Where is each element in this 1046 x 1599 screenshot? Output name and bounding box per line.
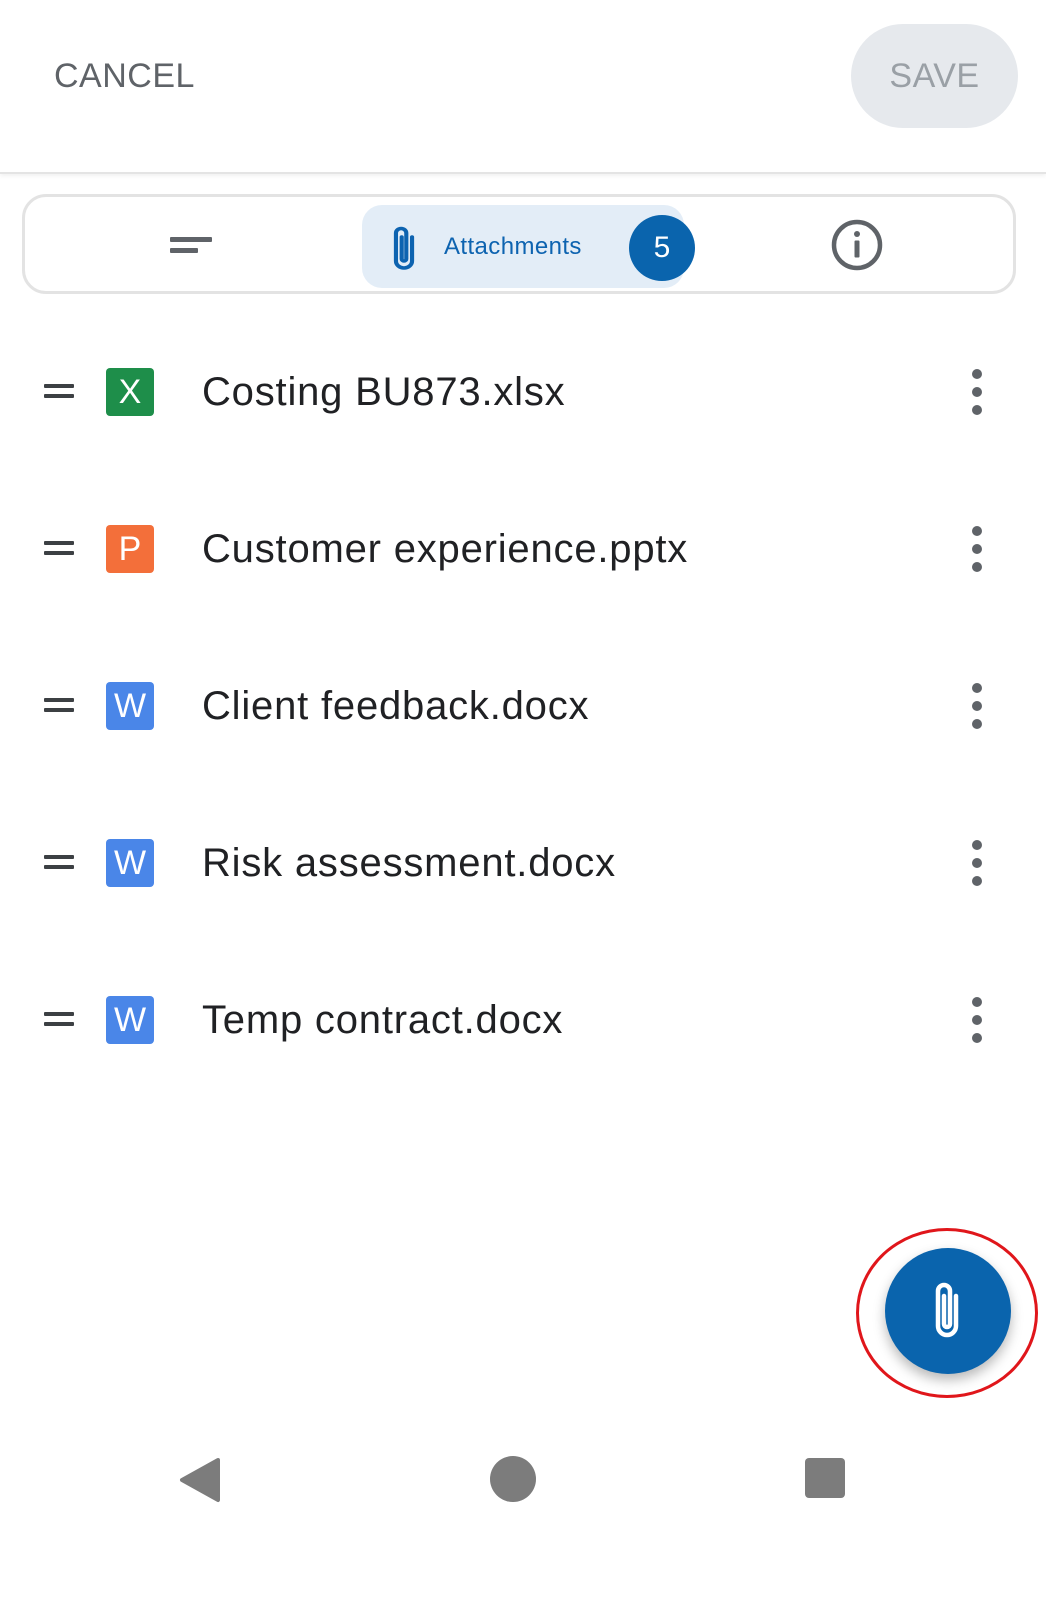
section-tabs: Attachments 5 [22,194,1016,294]
attachment-row[interactable]: W Temp contract.docx [0,961,1046,1079]
word-file-icon: W [106,682,154,730]
info-circle-icon [831,219,883,271]
save-button[interactable]: SAVE [851,24,1018,128]
attachment-row[interactable]: X Costing BU873.xlsx [0,333,1046,451]
tab-info[interactable] [825,213,889,277]
tab-details[interactable] [159,213,223,277]
word-file-icon: W [106,996,154,1044]
more-vertical-icon[interactable] [952,838,1002,888]
word-file-icon: W [106,839,154,887]
add-attachment-fab[interactable] [885,1248,1011,1374]
powerpoint-file-icon: P [106,525,154,573]
drag-handle-icon[interactable] [44,695,74,715]
home-circle-icon[interactable] [490,1456,536,1502]
attachment-name: Risk assessment.docx [202,840,616,885]
attachment-name: Client feedback.docx [202,683,590,728]
more-vertical-icon[interactable] [952,367,1002,417]
excel-file-icon: X [106,368,154,416]
short-text-icon [170,237,212,253]
top-app-bar: CANCEL SAVE [0,0,1046,174]
more-vertical-icon[interactable] [952,681,1002,731]
drag-handle-icon[interactable] [44,538,74,558]
back-triangle-icon[interactable] [178,1456,222,1504]
attachment-row[interactable]: W Risk assessment.docx [0,804,1046,922]
paperclip-icon [393,226,415,270]
attachments-count-badge: 5 [629,215,695,281]
recent-apps-square-icon[interactable] [805,1458,845,1498]
drag-handle-icon[interactable] [44,1009,74,1029]
tab-attachments[interactable]: Attachments 5 [362,205,695,288]
system-navigation-bar [0,1420,1046,1540]
drag-handle-icon[interactable] [44,852,74,872]
drag-handle-icon[interactable] [44,381,74,401]
attachment-name: Costing BU873.xlsx [202,369,566,414]
more-vertical-icon[interactable] [952,524,1002,574]
attachment-name: Temp contract.docx [202,997,564,1042]
attachment-name: Customer experience.pptx [202,526,689,571]
paperclip-icon [935,1282,959,1338]
more-vertical-icon[interactable] [952,995,1002,1045]
tab-attachments-label: Attachments [444,232,582,260]
cancel-button[interactable]: CANCEL [40,48,209,104]
attachment-row[interactable]: W Client feedback.docx [0,647,1046,765]
attachment-row[interactable]: P Customer experience.pptx [0,490,1046,608]
